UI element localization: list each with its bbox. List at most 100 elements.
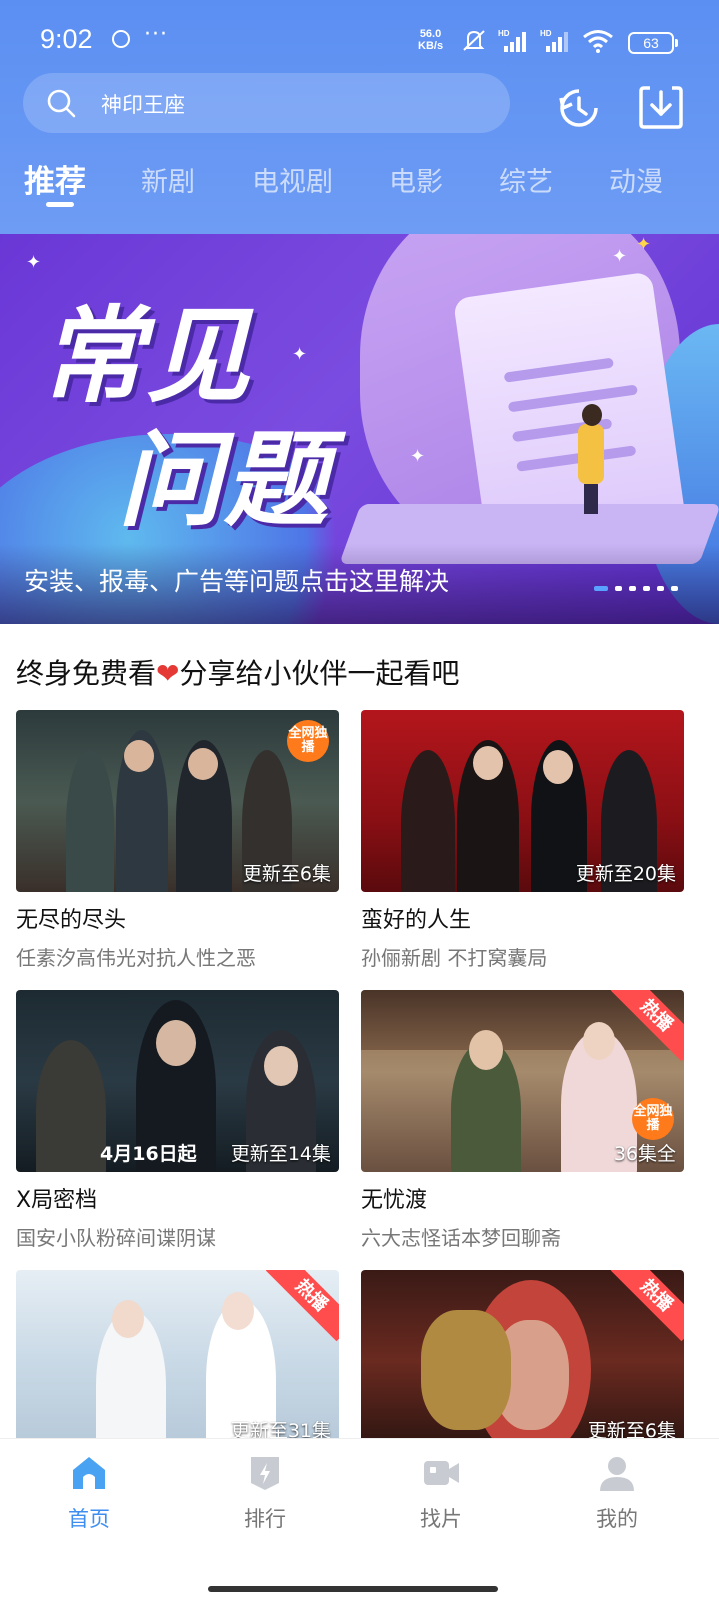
drama-card[interactable]: 全网独播 更新至6集 无尽的尽头 任素汐高伟光对抗人性之恶 — [16, 710, 339, 971]
home-indicator[interactable] — [208, 1586, 498, 1592]
poster-figure — [36, 1040, 106, 1172]
card-subtitle: 六大志怪话本梦回聊斋 — [361, 1226, 561, 1250]
sparkle-icon: ✦ — [612, 246, 628, 267]
drama-card[interactable]: 热播 全网独播 36集全 无忧渡 六大志怪话本梦回聊斋 — [361, 990, 684, 1251]
carousel-dot — [594, 586, 608, 591]
drama-card[interactable]: 更新至20集 蛮好的人生 孙俪新剧 不打窝囊局 — [361, 710, 684, 971]
section-title-suffix: 分享给小伙伴一起看吧 — [179, 657, 460, 690]
battery-indicator: 63 — [628, 32, 678, 54]
nav-discover[interactable]: 找片 — [381, 1453, 501, 1533]
person-illustration — [584, 484, 598, 514]
poster-figure — [421, 1310, 511, 1430]
exclusive-badge: 全网独播 — [632, 1098, 674, 1140]
sparkle-icon: ✦ — [636, 234, 652, 255]
poster-figure — [222, 1292, 254, 1330]
network-speed: 56.0 KB/s — [418, 28, 443, 52]
card-title: 无忧渡 — [361, 1188, 428, 1213]
tab-variety[interactable]: 综艺 — [499, 160, 553, 199]
app-header: 9:02 ··· 56.0 KB/s HD HD 63 神印王座 推荐 新剧 电… — [0, 0, 719, 234]
carousel-indicator — [594, 586, 678, 591]
user-icon — [600, 1457, 634, 1491]
faq-banner[interactable]: ✦ ✦ ✦ ✦ ✦ 常见 问题 安装、报毒、广告等问题点击这里解决 — [0, 234, 719, 624]
search-placeholder: 神印王座 — [101, 93, 185, 117]
carousel-dot — [629, 586, 636, 591]
signal-hd-icon: HD — [498, 29, 526, 52]
tab-anime[interactable]: 动漫 — [609, 160, 663, 199]
episode-count: 更新至14集 — [230, 1143, 331, 1165]
nav-label: 首页 — [68, 1507, 110, 1531]
carousel-dot — [657, 586, 664, 591]
episode-count: 更新至20集 — [575, 863, 676, 885]
tab-movies[interactable]: 电影 — [389, 160, 443, 199]
person-illustration — [578, 424, 604, 484]
premiere-date: 4月16日起 — [100, 1143, 197, 1165]
poster: 4月16日起 更新至14集 — [16, 990, 339, 1172]
wifi-icon — [583, 30, 613, 53]
tab-tv-series[interactable]: 电视剧 — [252, 160, 333, 199]
poster-figure — [583, 1022, 615, 1060]
ranking-icon — [251, 1457, 279, 1490]
banner-title-line1: 常见 — [40, 295, 253, 417]
poster-figure — [401, 750, 455, 892]
poster-figure — [188, 748, 218, 780]
drama-card[interactable]: 热播 更新至6集 — [361, 1270, 684, 1452]
poster-figure — [124, 740, 154, 772]
section-title-text: 终身免费看 — [16, 657, 157, 690]
status-time: 9:02 — [40, 24, 93, 54]
nav-ranking[interactable]: 排行 — [205, 1453, 325, 1533]
exclusive-badge: 全网独播 — [287, 720, 329, 762]
scroll-line — [503, 357, 614, 383]
poster-figure — [469, 1030, 503, 1070]
home-icon — [73, 1457, 105, 1489]
poster: 热播 全网独播 36集全 — [361, 990, 684, 1172]
history-icon[interactable] — [555, 84, 601, 130]
tab-new-drama[interactable]: 新剧 — [141, 160, 195, 199]
nav-label: 找片 — [420, 1507, 462, 1531]
drama-card[interactable]: 热播 更新至31集 — [16, 1270, 339, 1452]
bottom-nav: 首页 排行 找片 我的 — [0, 1438, 719, 1600]
drama-card[interactable]: 4月16日起 更新至14集 X局密档 国安小队粉碎间谍阴谋 — [16, 990, 339, 1251]
nav-label: 我的 — [596, 1507, 638, 1531]
status-bar: 9:02 ··· 56.0 KB/s HD HD 63 — [0, 0, 719, 78]
episode-count: 36集全 — [613, 1143, 676, 1165]
section-title: 终身免费看❤分享给小伙伴一起看吧 — [16, 652, 460, 692]
status-icons: HD HD — [460, 28, 614, 54]
search-bar[interactable]: 神印王座 — [23, 73, 510, 133]
scroll-line — [516, 445, 637, 472]
card-title: 无尽的尽头 — [16, 908, 127, 933]
heart-icon: ❤ — [156, 657, 180, 690]
svg-text:HD: HD — [498, 29, 510, 38]
vpn-icon — [112, 30, 130, 48]
carousel-dot — [643, 586, 650, 591]
banner-title-line2: 问题 — [118, 419, 331, 541]
more-notifications-icon: ··· — [144, 22, 168, 47]
poster-figure — [473, 746, 503, 780]
nav-profile[interactable]: 我的 — [557, 1453, 677, 1533]
hot-ribbon: 热播 — [610, 1270, 684, 1342]
download-icon[interactable] — [638, 84, 684, 130]
poster-figure — [66, 750, 114, 892]
svg-text:HD: HD — [540, 29, 552, 38]
network-speed-value: 56.0 — [419, 28, 442, 40]
video-camera-icon — [424, 1461, 459, 1485]
category-tabs: 推荐 新剧 电视剧 电影 综艺 动漫 — [0, 150, 719, 210]
scroll-line — [507, 384, 638, 413]
carousel-dot — [671, 586, 678, 591]
network-speed-unit: KB/s — [418, 40, 444, 52]
card-subtitle: 国安小队粉碎间谍阴谋 — [16, 1226, 216, 1250]
poster: 全网独播 更新至6集 — [16, 710, 339, 892]
card-subtitle: 孙俪新剧 不打窝囊局 — [361, 946, 548, 970]
tab-recommend[interactable]: 推荐 — [24, 156, 86, 201]
person-illustration — [582, 404, 602, 426]
card-subtitle: 任素汐高伟光对抗人性之恶 — [16, 946, 256, 970]
banner-caption: 安装、报毒、广告等问题点击这里解决 — [24, 567, 450, 596]
banner-title: 常见 问题 — [40, 294, 330, 542]
signal-hd-icon: HD — [540, 29, 568, 52]
sparkle-icon: ✦ — [26, 252, 42, 273]
sparkle-icon: ✦ — [410, 446, 426, 467]
nav-label: 排行 — [244, 1507, 286, 1531]
poster: 热播 更新至6集 — [361, 1270, 684, 1452]
card-title: 蛮好的人生 — [361, 908, 472, 933]
nav-home[interactable]: 首页 — [29, 1453, 149, 1533]
poster-figure — [264, 1046, 298, 1086]
